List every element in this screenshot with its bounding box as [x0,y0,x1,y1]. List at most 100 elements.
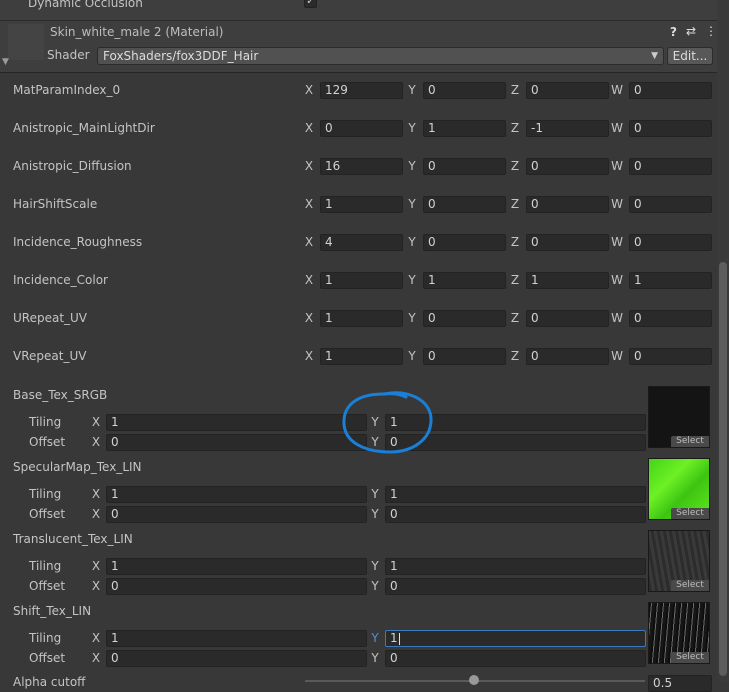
tiling-y-axis-label[interactable]: Y [369,487,381,501]
axis-label-w[interactable]: W [611,197,623,211]
preset-icon[interactable]: ⇄ [686,24,696,38]
tiling-x-field[interactable]: 1 [106,486,367,503]
select-texture-button[interactable]: Select [671,508,709,519]
foldout-arrow-icon[interactable]: ▼ [2,57,9,67]
offset-y-axis-label[interactable]: Y [369,579,381,593]
axis-label-x[interactable]: X [303,159,315,173]
vector-z-field[interactable]: 0 [526,196,609,213]
vector-w-field[interactable]: 0 [629,82,712,99]
offset-y-axis-label[interactable]: Y [369,507,381,521]
offset-x-axis-label[interactable]: X [90,651,102,665]
tiling-y-axis-label[interactable]: Y [369,559,381,573]
axis-label-z[interactable]: Z [509,273,521,287]
axis-label-w[interactable]: W [611,235,623,249]
tiling-x-axis-label[interactable]: X [90,415,102,429]
axis-label-x[interactable]: X [303,273,315,287]
tiling-x-field[interactable]: 1 [106,558,367,575]
vector-x-field[interactable]: 1 [320,272,403,289]
axis-label-z[interactable]: Z [509,235,521,249]
vector-w-field[interactable]: 0 [629,234,712,251]
vector-w-field[interactable]: 0 [629,158,712,175]
offset-x-axis-label[interactable]: X [90,507,102,521]
alpha-cutoff-field[interactable]: 0.5 [648,675,712,692]
tiling-y-field[interactable]: 1 [385,558,646,575]
offset-x-axis-label[interactable]: X [90,435,102,449]
vector-y-field[interactable]: 0 [423,348,506,365]
vector-z-field[interactable]: 1 [526,272,609,289]
offset-x-field[interactable]: 0 [106,578,367,595]
axis-label-y[interactable]: Y [406,159,418,173]
vector-z-field[interactable]: 0 [526,82,609,99]
tiling-x-field[interactable]: 1 [106,414,367,431]
dynamic-occlusion-checkbox[interactable]: ✓ [304,0,317,8]
axis-label-z[interactable]: Z [509,349,521,363]
axis-label-y[interactable]: Y [406,311,418,325]
vector-y-field[interactable]: 0 [423,234,506,251]
scrollbar-thumb[interactable] [719,262,727,676]
select-texture-button[interactable]: Select [671,652,709,663]
axis-label-z[interactable]: Z [509,311,521,325]
vector-w-field[interactable]: 0 [629,348,712,365]
axis-label-y[interactable]: Y [406,197,418,211]
axis-label-y[interactable]: Y [406,273,418,287]
vector-y-field[interactable]: 0 [423,82,506,99]
offset-x-axis-label[interactable]: X [90,579,102,593]
axis-label-z[interactable]: Z [509,121,521,135]
axis-label-x[interactable]: X [303,349,315,363]
vector-w-field[interactable]: 1 [629,272,712,289]
axis-label-w[interactable]: W [611,349,623,363]
vector-x-field[interactable]: 129 [320,82,403,99]
offset-y-field[interactable]: 0 [385,650,646,667]
vector-y-field[interactable]: 0 [423,310,506,327]
select-texture-button[interactable]: Select [671,580,709,591]
axis-label-y[interactable]: Y [406,349,418,363]
texture-thumbnail[interactable]: Select [648,530,710,592]
offset-x-field[interactable]: 0 [106,434,367,451]
edit-shader-button[interactable]: Edit... [667,47,713,65]
texture-thumbnail[interactable]: Select [648,602,710,664]
vector-z-field[interactable]: 0 [526,348,609,365]
axis-label-x[interactable]: X [303,235,315,249]
axis-label-w[interactable]: W [611,311,623,325]
tiling-x-field[interactable]: 1 [106,630,367,647]
axis-label-w[interactable]: W [611,273,623,287]
vector-y-field[interactable]: 1 [423,272,506,289]
axis-label-y[interactable]: Y [406,83,418,97]
offset-x-field[interactable]: 0 [106,650,367,667]
vector-x-field[interactable]: 16 [320,158,403,175]
vector-z-field[interactable]: 0 [526,158,609,175]
tiling-x-axis-label[interactable]: X [90,559,102,573]
axis-label-w[interactable]: W [611,83,623,97]
vertical-scrollbar[interactable] [717,0,729,682]
tiling-y-field[interactable]: 1 [385,630,646,647]
tiling-y-axis-label[interactable]: Y [369,631,381,645]
axis-label-y[interactable]: Y [406,235,418,249]
texture-thumbnail[interactable]: Select [648,386,710,448]
vector-x-field[interactable]: 1 [320,310,403,327]
axis-label-z[interactable]: Z [509,159,521,173]
select-texture-button[interactable]: Select [671,436,709,447]
vector-y-field[interactable]: 0 [423,196,506,213]
axis-label-w[interactable]: W [611,121,623,135]
vector-w-field[interactable]: 0 [629,120,712,137]
axis-label-w[interactable]: W [611,159,623,173]
axis-label-x[interactable]: X [303,83,315,97]
axis-label-x[interactable]: X [303,197,315,211]
texture-thumbnail[interactable]: Select [648,458,710,520]
context-menu-icon[interactable]: ⋮ [705,24,717,38]
offset-y-field[interactable]: 0 [385,506,646,523]
axis-label-x[interactable]: X [303,121,315,135]
vector-w-field[interactable]: 0 [629,310,712,327]
axis-label-z[interactable]: Z [509,83,521,97]
vector-x-field[interactable]: 0 [320,120,403,137]
help-icon[interactable]: ? [670,25,677,39]
shader-dropdown[interactable]: FoxShaders/fox3DDF_Hair ▼ [97,47,664,65]
vector-x-field[interactable]: 4 [320,234,403,251]
vector-y-field[interactable]: 0 [423,158,506,175]
vector-y-field[interactable]: 1 [423,120,506,137]
alpha-cutoff-slider-handle[interactable] [469,675,479,685]
tiling-x-axis-label[interactable]: X [90,631,102,645]
axis-label-z[interactable]: Z [509,197,521,211]
vector-x-field[interactable]: 1 [320,196,403,213]
axis-label-y[interactable]: Y [406,121,418,135]
